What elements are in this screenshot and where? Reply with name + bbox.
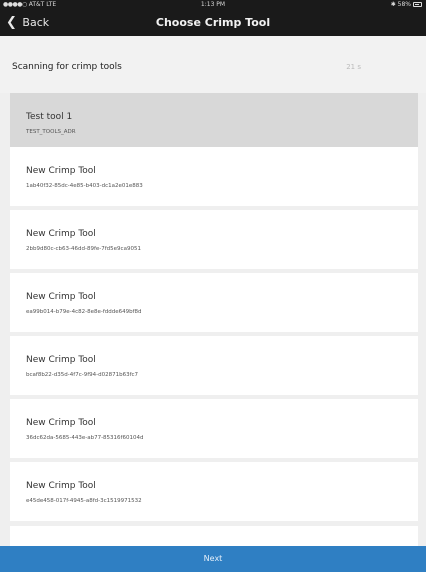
tool-name: New Crimp Tool — [26, 355, 96, 365]
tool-list-item[interactable]: New Crimp Tool 36dc62da-5685-443e-ab77-8… — [10, 399, 418, 458]
tool-list-item[interactable]: New Crimp Tool bcaf8b22-d35d-4f7c-9f94-d… — [10, 336, 418, 395]
tool-list-item[interactable]: New Crimp Tool ea99b014-b79e-4c82-8e8e-f… — [10, 273, 418, 332]
tool-name: Test tool 1 — [26, 112, 73, 122]
tool-name: New Crimp Tool — [26, 229, 96, 239]
page-title: Choose Crimp Tool — [155, 16, 271, 29]
tool-list-item-partial[interactable] — [10, 526, 418, 546]
tool-name: New Crimp Tool — [26, 166, 96, 176]
battery-percent: 58% — [397, 1, 411, 8]
bluetooth-icon: ✱ — [390, 1, 396, 8]
tool-name: New Crimp Tool — [26, 481, 96, 491]
tool-id: TEST_TOOLS_ADR — [26, 129, 76, 135]
battery-icon — [413, 2, 422, 7]
tool-id: bcaf8b22-d35d-4f7c-9f94-d02871b63fc7 — [26, 372, 139, 378]
tool-id: 1ab40f32-85dc-4e85-b403-dc1a2e01e883 — [26, 183, 143, 189]
tool-name: New Crimp Tool — [26, 292, 96, 302]
tool-list-item[interactable]: New Crimp Tool 2bb9d80c-cb63-46dd-89fe-7… — [10, 210, 418, 269]
tool-list-item[interactable]: New Crimp Tool e45de458-017f-4945-a8fd-3… — [10, 462, 418, 521]
scan-header: Scanning for crimp tools 21 s — [0, 36, 426, 93]
tool-list-item[interactable]: New Crimp Tool 1ab40f32-85dc-4e85-b403-d… — [10, 147, 418, 206]
scan-timer: 21 s — [346, 63, 361, 71]
tool-id: 36dc62da-5685-443e-ab77-85316f60104d — [26, 435, 144, 441]
tool-id: e45de458-017f-4945-a8fd-3c1519971532 — [26, 498, 142, 504]
tool-id: 2bb9d80c-cb63-46dd-89fe-7fd5e9ca9051 — [26, 246, 141, 252]
tool-list-item[interactable]: Test tool 1 TEST_TOOLS_ADR — [10, 93, 418, 152]
scan-status-label: Scanning for crimp tools — [12, 62, 122, 72]
tool-name: New Crimp Tool — [26, 418, 96, 428]
status-time: 1:13 PM — [200, 1, 226, 8]
navigation-bar: ❮ Back Choose Crimp Tool — [0, 9, 426, 36]
next-button[interactable]: Next — [0, 546, 426, 572]
status-bar: ●●●●○ AT&T LTE 1:13 PM ✱ 58% — [0, 0, 426, 9]
tool-id: ea99b014-b79e-4c82-8e8e-fddde649bf8d — [26, 309, 142, 315]
status-right: ✱ 58% — [391, 0, 422, 9]
